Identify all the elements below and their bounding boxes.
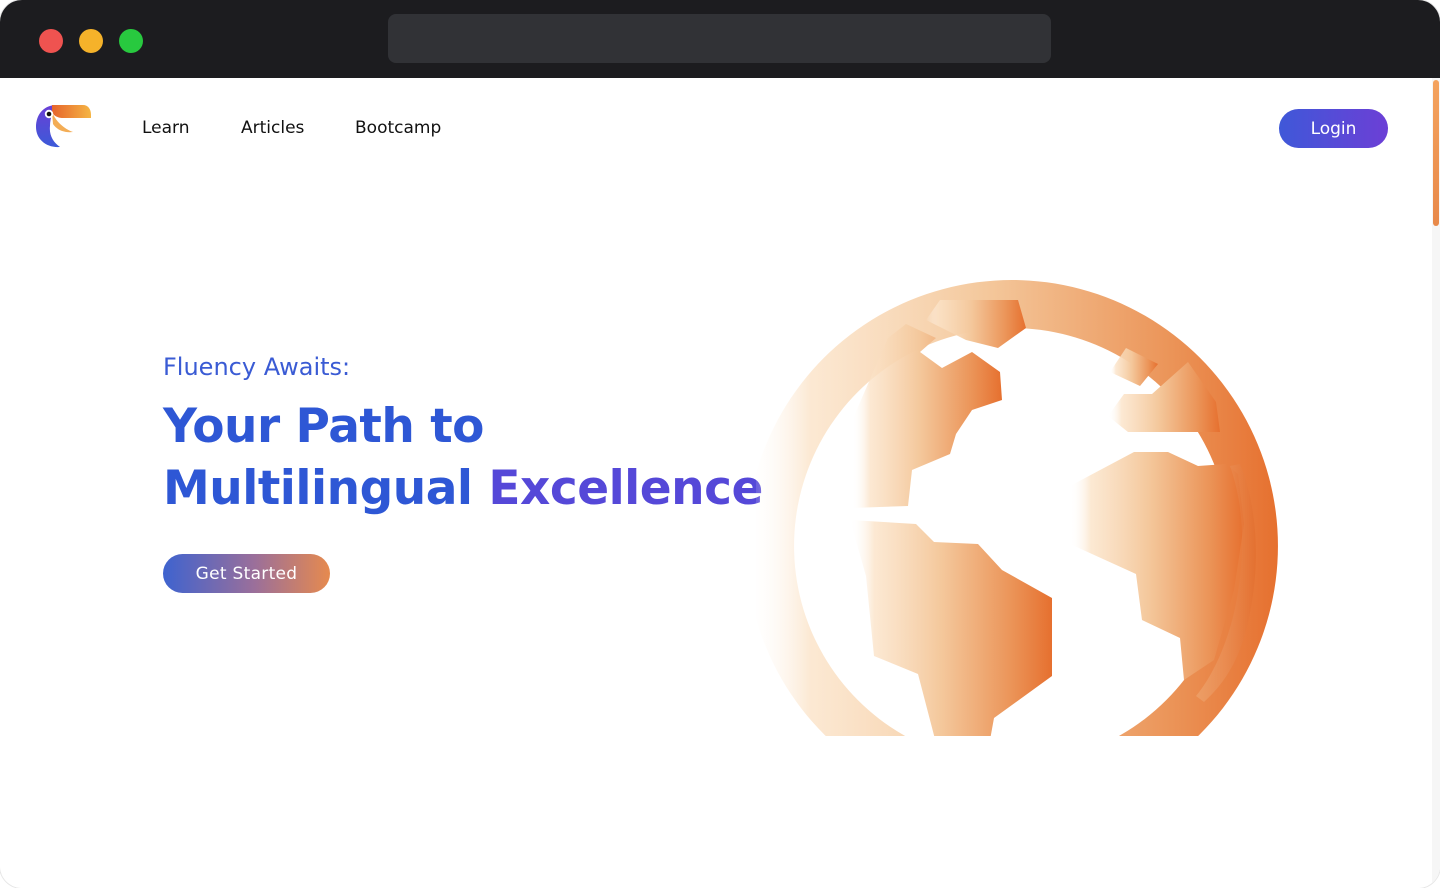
close-window-button[interactable] <box>39 29 63 53</box>
nav-link-articles[interactable]: Articles <box>241 118 304 138</box>
address-bar[interactable] <box>388 14 1051 63</box>
headline-line-1: Your Path to <box>163 399 484 454</box>
nav-link-bootcamp[interactable]: Bootcamp <box>355 118 441 138</box>
minimize-window-button[interactable] <box>79 29 103 53</box>
headline-word-multilingual: Multilingual <box>163 461 473 516</box>
scrollbar-track[interactable] <box>1432 78 1440 888</box>
nav-link-learn[interactable]: Learn <box>142 118 190 138</box>
hero-eyebrow: Fluency Awaits: <box>163 353 351 381</box>
browser-window: Learn Articles Bootcamp Login Fluency Aw… <box>0 0 1440 888</box>
toucan-logo-icon[interactable] <box>33 102 95 150</box>
scrollbar-thumb[interactable] <box>1433 80 1439 226</box>
page-viewport: Learn Articles Bootcamp Login Fluency Aw… <box>0 78 1440 888</box>
hero-headline: Your Path to Multilingual Excellence <box>163 396 783 520</box>
headline-line-2: Multilingual Excellence <box>163 458 783 520</box>
globe-icon <box>756 280 1278 736</box>
maximize-window-button[interactable] <box>119 29 143 53</box>
login-button[interactable]: Login <box>1279 109 1388 148</box>
headline-word-excellence: Excellence <box>488 461 763 516</box>
get-started-button[interactable]: Get Started <box>163 554 330 593</box>
browser-titlebar <box>0 0 1440 78</box>
